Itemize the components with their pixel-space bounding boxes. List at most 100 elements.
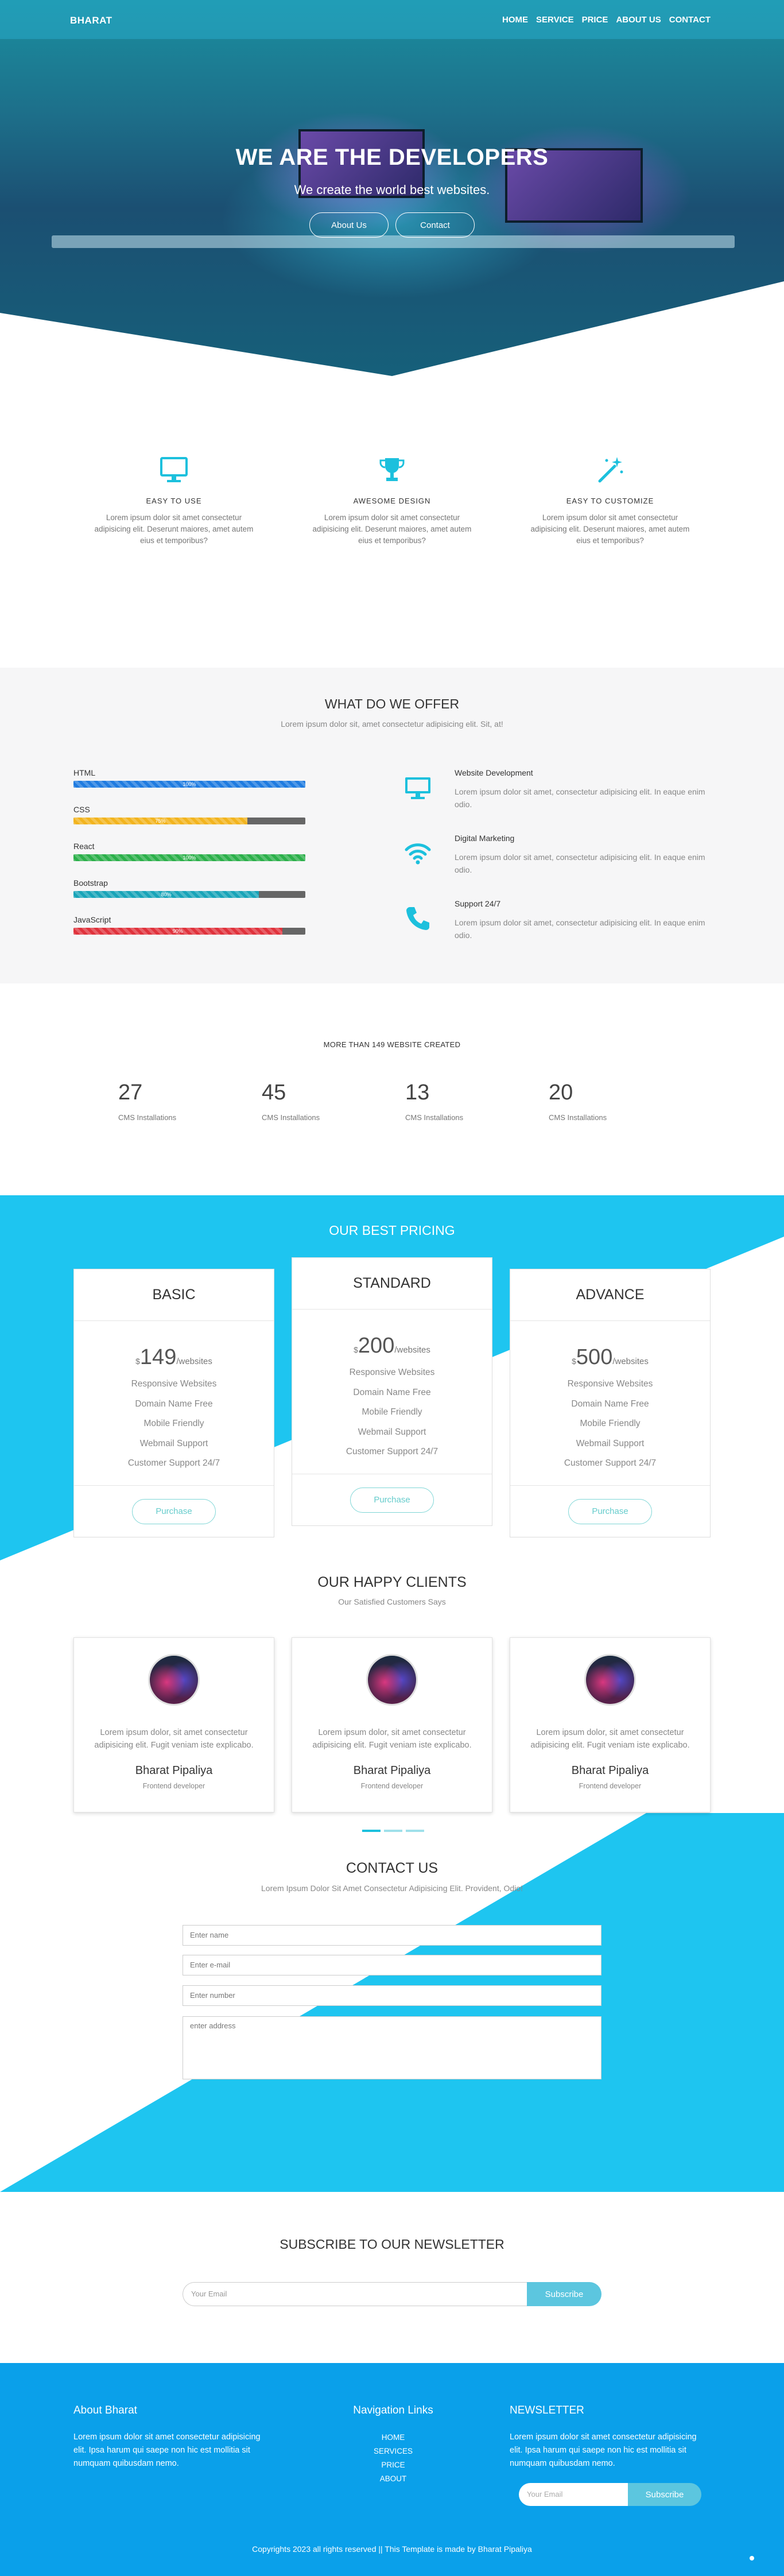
client-card: Lorem ipsum dolor, sit amet consectetur … bbox=[510, 1637, 711, 1812]
skill-progress-bar: 100% bbox=[73, 854, 305, 861]
stat-item: 13 CMS Installations bbox=[405, 1080, 549, 1122]
purchase-button[interactable]: Purchase bbox=[568, 1498, 652, 1524]
plan-feature: Responsive Websites bbox=[567, 1379, 653, 1389]
stat-label: CMS Installations bbox=[549, 1113, 607, 1122]
plan-price: $149/websites bbox=[74, 1345, 274, 1370]
stat-item: 20 CMS Installations bbox=[549, 1080, 692, 1122]
skill-progress-bar: 75% bbox=[73, 818, 305, 824]
feature-title: EASY TO USE bbox=[146, 497, 202, 505]
plan-feature: Domain Name Free bbox=[135, 1399, 213, 1409]
clients-title: OUR HAPPY CLIENTS bbox=[317, 1574, 467, 1590]
footer-newsletter: NEWSLETTER Lorem ipsum dolor sit amet co… bbox=[510, 2404, 711, 2506]
name-field[interactable]: Enter name bbox=[183, 1925, 601, 1946]
footer-link-home[interactable]: HOME bbox=[339, 2431, 448, 2445]
footer-newsletter-form: Your Email Subscribe bbox=[519, 2483, 701, 2506]
plan-price: $500/websites bbox=[510, 1345, 710, 1370]
address-field[interactable]: enter address bbox=[183, 2016, 601, 2079]
about-us-button[interactable]: About Us bbox=[309, 212, 389, 238]
hero-title: WE ARE THE DEVELOPERS bbox=[235, 145, 549, 170]
copyright-text: Copyrights 2023 all rights reserved || T… bbox=[252, 2544, 532, 2554]
plan-basic: BASIC $149/websites Responsive Websites … bbox=[73, 1269, 274, 1537]
client-role: Frontend developer bbox=[142, 1782, 205, 1790]
stat-number: 13 bbox=[405, 1080, 430, 1105]
nav-link-about[interactable]: ABOUT US bbox=[616, 15, 661, 25]
stat-number: 20 bbox=[549, 1080, 573, 1105]
service-support: Support 24/7 Lorem ipsum dolor sit amet,… bbox=[403, 899, 713, 964]
purchase-button[interactable]: Purchase bbox=[350, 1487, 434, 1513]
price-unit: /websites bbox=[612, 1357, 649, 1366]
carousel-dot[interactable] bbox=[406, 1830, 424, 1832]
stat-number: 27 bbox=[118, 1080, 143, 1105]
pricing-section: OUR BEST PRICING BASIC $149/websites Res… bbox=[0, 1195, 784, 1560]
skill-name: CSS bbox=[73, 805, 90, 814]
nav-link-price[interactable]: PRICE bbox=[582, 15, 608, 25]
plan-feature: Customer Support 24/7 bbox=[127, 1458, 220, 1468]
plan-features: Responsive Websites Domain Name Free Mob… bbox=[74, 1374, 274, 1474]
number-field[interactable]: Enter number bbox=[183, 1985, 601, 2006]
scroll-to-top-button[interactable] bbox=[750, 2556, 754, 2560]
client-name: Bharat Pipaliya bbox=[571, 1764, 649, 1777]
client-testimonial: Lorem ipsum dolor, sit amet consectetur … bbox=[94, 1728, 254, 1750]
footer-link-about[interactable]: ABOUT bbox=[339, 2472, 448, 2486]
stat-label: CMS Installations bbox=[118, 1113, 177, 1122]
footer-subscribe-button[interactable]: Subscribe bbox=[628, 2483, 701, 2506]
hero-section: BHARAT HOME SERVICE PRICE ABOUT US CONTA… bbox=[0, 0, 784, 379]
plan-feature: Customer Support 24/7 bbox=[564, 1458, 657, 1468]
footer-links-title: Navigation Links bbox=[353, 2404, 433, 2416]
carousel-dot[interactable] bbox=[384, 1830, 402, 1832]
feature-title: EASY TO CUSTOMIZE bbox=[566, 497, 654, 505]
purchase-button[interactable]: Purchase bbox=[132, 1498, 216, 1524]
plan-features: Responsive Websites Domain Name Free Mob… bbox=[292, 1363, 492, 1462]
clients-subtitle: Our Satisfied Customers Says bbox=[338, 1597, 446, 1606]
desktop-icon bbox=[405, 777, 430, 799]
contact-subtitle: Lorem Ipsum Dolor Sit Amet Consectetur A… bbox=[261, 1884, 523, 1893]
contact-button[interactable]: Contact bbox=[395, 212, 475, 238]
footer-link-price[interactable]: PRICE bbox=[339, 2458, 448, 2472]
skill-item: React 100% bbox=[73, 842, 305, 878]
subscribe-button[interactable]: Subscribe bbox=[527, 2282, 601, 2306]
plan-price: $200/websites bbox=[292, 1334, 492, 1358]
plan-feature: Mobile Friendly bbox=[362, 1407, 422, 1417]
feature-easy-to-use: EASY TO USE Lorem ipsum dolor sit amet c… bbox=[94, 454, 254, 547]
stats-title: MORE THAN 149 WEBSITE CREATED bbox=[323, 1040, 461, 1049]
top-navbar: BHARAT HOME SERVICE PRICE ABOUT US CONTA… bbox=[0, 0, 784, 39]
carousel-dot[interactable] bbox=[362, 1830, 381, 1832]
monitor-icon bbox=[160, 457, 188, 482]
offer-section: WHAT DO WE OFFER Lorem ipsum dolor sit, … bbox=[0, 668, 784, 983]
newsletter-email-input[interactable]: Your Email bbox=[183, 2282, 527, 2306]
skill-percent-label: 100% bbox=[183, 855, 196, 861]
newsletter-title: SUBSCRIBE TO OUR NEWSLETTER bbox=[280, 2237, 504, 2252]
skill-progress-bar: 80% bbox=[73, 891, 305, 898]
footer-about-text: Lorem ipsum dolor sit amet consectetur a… bbox=[73, 2432, 261, 2468]
feature-awesome-design: AWESOME DESIGN Lorem ipsum dolor sit ame… bbox=[312, 454, 472, 547]
footer-email-input[interactable]: Your Email bbox=[519, 2483, 628, 2506]
nav-link-contact[interactable]: CONTACT bbox=[669, 15, 711, 25]
client-name: Bharat Pipaliya bbox=[353, 1764, 431, 1777]
client-testimonial: Lorem ipsum dolor, sit amet consectetur … bbox=[530, 1728, 690, 1750]
client-card: Lorem ipsum dolor, sit amet consectetur … bbox=[292, 1637, 492, 1812]
price-amount: 200 bbox=[358, 1334, 395, 1358]
hero-buttons: About Us Contact bbox=[0, 212, 784, 238]
contact-title: CONTACT US bbox=[346, 1860, 438, 1876]
footer-news-title: NEWSLETTER bbox=[510, 2404, 584, 2416]
plan-footer: Purchase bbox=[292, 1474, 492, 1525]
plan-footer: Purchase bbox=[510, 1485, 710, 1537]
pricing-title: OUR BEST PRICING bbox=[329, 1223, 455, 1238]
stats-row: 27 CMS Installations 45 CMS Installation… bbox=[118, 1080, 692, 1122]
nav-link-home[interactable]: HOME bbox=[502, 15, 528, 25]
price-currency: $ bbox=[572, 1357, 576, 1366]
carousel-indicators bbox=[362, 1830, 424, 1832]
footer-link-services[interactable]: SERVICES bbox=[339, 2445, 448, 2458]
plan-name: STANDARD bbox=[292, 1258, 492, 1310]
skill-name: Bootstrap bbox=[73, 878, 108, 888]
nav-link-service[interactable]: SERVICE bbox=[536, 15, 574, 25]
price-currency: $ bbox=[135, 1357, 140, 1366]
stat-item: 45 CMS Installations bbox=[262, 1080, 405, 1122]
phone-icon bbox=[406, 907, 429, 930]
stat-label: CMS Installations bbox=[262, 1113, 320, 1122]
skill-name: JavaScript bbox=[73, 915, 111, 924]
brand-logo[interactable]: BHARAT bbox=[70, 15, 112, 26]
email-field[interactable]: Enter e-mail bbox=[183, 1955, 601, 1975]
trophy-icon bbox=[379, 458, 405, 481]
price-unit: /websites bbox=[176, 1357, 212, 1366]
